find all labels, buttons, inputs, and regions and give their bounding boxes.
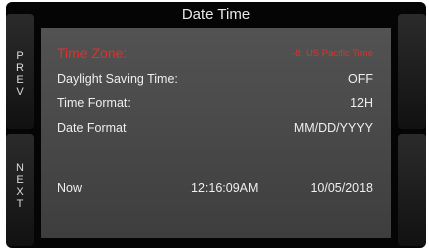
now-row: Now 12:16:09AM 10/05/2018 [57,178,373,198]
setting-label: Date Format [57,121,127,135]
device-screen: Date Time P R E V N E X T Time Zone: -8:… [6,2,426,248]
now-label: Now [57,181,83,195]
right-lower-button[interactable] [398,134,426,246]
page-title: Date Time [181,6,251,23]
setting-value: -8: US Pacific Time [292,47,373,59]
prev-button[interactable]: P R E V [6,14,34,129]
now-date: 10/05/2018 [310,181,373,195]
next-label: N E X T [16,162,24,210]
setting-label: Time Zone: [57,45,128,61]
setting-value: MM/DD/YYYY [293,121,373,135]
setting-label: Daylight Saving Time: [57,72,178,86]
setting-row-time-zone[interactable]: Time Zone: -8: US Pacific Time [57,43,373,63]
settings-panel: Time Zone: -8: US Pacific Time Daylight … [41,28,391,238]
now-time: 12:16:09AM [191,181,259,195]
setting-value: 12H [350,96,373,110]
next-button[interactable]: N E X T [6,134,34,246]
setting-row-date-format[interactable]: Date Format MM/DD/YYYY [57,118,373,138]
setting-value: OFF [348,72,373,86]
setting-row-daylight-saving[interactable]: Daylight Saving Time: OFF [57,69,373,89]
setting-label: Time Format: [57,96,131,110]
prev-label: P R E V [16,50,24,98]
right-upper-button[interactable] [398,14,426,129]
setting-row-time-format[interactable]: Time Format: 12H [57,93,373,113]
